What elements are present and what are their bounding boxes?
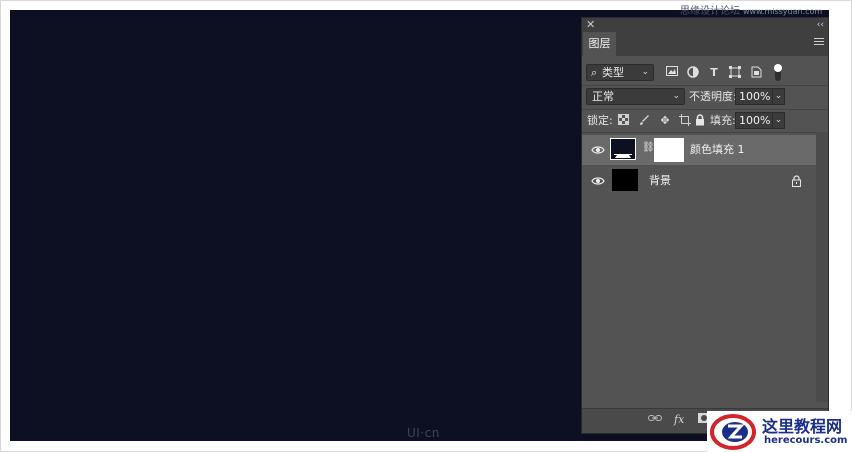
lock-image-icon[interactable] bbox=[637, 114, 651, 128]
chevron-down-icon: ⌄ bbox=[672, 91, 680, 101]
layer-name[interactable]: 背景 bbox=[649, 166, 671, 196]
fx-icon[interactable]: fx bbox=[674, 413, 684, 427]
lock-label: 锁定: bbox=[587, 114, 613, 127]
opacity-input[interactable]: 100% bbox=[735, 88, 773, 105]
link-layers-icon[interactable] bbox=[648, 413, 662, 427]
panel-tab-row: 图层 bbox=[582, 32, 828, 56]
site-logo: 这里教程网 herecours.com bbox=[707, 411, 852, 452]
site-logo-mark-icon bbox=[710, 414, 756, 450]
layer-name[interactable]: 颜色填充 1 bbox=[690, 135, 745, 165]
lock-transparent-icon[interactable] bbox=[616, 114, 630, 128]
layer-lock-icon bbox=[792, 175, 801, 187]
layer-mask-thumbnail[interactable] bbox=[654, 138, 684, 162]
mask-link-icon[interactable]: ⛓ bbox=[642, 142, 655, 153]
lock-position-icon[interactable]: ✥ bbox=[658, 114, 672, 128]
smart-object-filter-icon[interactable] bbox=[749, 66, 763, 80]
type-filter-icon[interactable]: T bbox=[707, 66, 721, 80]
filter-kind-select[interactable]: ⌕ 类型 ⌄ bbox=[586, 64, 654, 81]
layer-thumbnail[interactable] bbox=[612, 169, 638, 191]
top-watermark-cn: 思缘设计论坛 bbox=[680, 6, 740, 17]
site-logo-cn: 这里教程网 bbox=[762, 417, 843, 436]
opacity-dropdown[interactable]: ⌄ bbox=[772, 88, 785, 105]
ui-cn-watermark: UI·cn bbox=[407, 426, 440, 440]
divider bbox=[582, 85, 828, 86]
collapse-icon[interactable]: ‹‹ bbox=[817, 18, 824, 32]
lock-row: 锁定: ✥ 填充: 100% ⌄ bbox=[582, 111, 828, 133]
filter-row: ⌕ 类型 ⌄ T bbox=[582, 63, 828, 85]
divider bbox=[582, 132, 828, 133]
opacity-label: 不透明度: bbox=[689, 90, 737, 103]
adjustment-filter-icon[interactable] bbox=[686, 66, 700, 80]
divider bbox=[582, 109, 828, 110]
visibility-eye-icon[interactable] bbox=[591, 175, 605, 187]
blend-mode-value: 正常 bbox=[592, 90, 614, 103]
chevron-down-icon: ⌄ bbox=[641, 67, 649, 77]
layer-thumbnail[interactable] bbox=[610, 138, 636, 160]
search-icon: ⌕ bbox=[591, 66, 598, 79]
top-watermark-url: www.missyuan.com bbox=[743, 7, 823, 16]
panel-title-bar[interactable]: ✕ ‹‹ bbox=[582, 18, 828, 32]
fill-dropdown[interactable]: ⌄ bbox=[772, 112, 785, 129]
shape-filter-icon[interactable] bbox=[728, 66, 742, 80]
lock-artboard-icon[interactable] bbox=[678, 114, 692, 128]
layer-row-color-fill[interactable]: ⛓ 颜色填充 1 bbox=[582, 135, 816, 165]
site-logo-en: herecours.com bbox=[764, 435, 848, 446]
tab-layers[interactable]: 图层 bbox=[583, 32, 616, 56]
layers-scrollbar[interactable] bbox=[816, 132, 828, 402]
fill-input[interactable]: 100% bbox=[735, 112, 773, 129]
fill-label: 填充: bbox=[710, 114, 736, 127]
layer-row-background[interactable]: 背景 bbox=[582, 166, 816, 196]
top-watermark: 思缘设计论坛 www.missyuan.com bbox=[680, 2, 822, 17]
layers-panel: ✕ ‹‹ 图层 ⌕ 类型 ⌄ T 正常 ⌄ 不透明度: 100% ⌄ 锁定: ✥… bbox=[582, 18, 828, 433]
lock-all-icon[interactable] bbox=[693, 114, 707, 128]
image-filter-icon[interactable] bbox=[665, 66, 679, 80]
blend-row: 正常 ⌄ 不透明度: 100% ⌄ bbox=[582, 87, 828, 109]
close-icon[interactable]: ✕ bbox=[586, 18, 595, 32]
panel-menu-icon[interactable] bbox=[814, 38, 824, 47]
blend-mode-select[interactable]: 正常 ⌄ bbox=[586, 88, 685, 105]
visibility-eye-icon[interactable] bbox=[591, 144, 605, 156]
filter-kind-label: 类型 bbox=[602, 66, 624, 79]
filter-toggle-knob bbox=[774, 64, 782, 72]
